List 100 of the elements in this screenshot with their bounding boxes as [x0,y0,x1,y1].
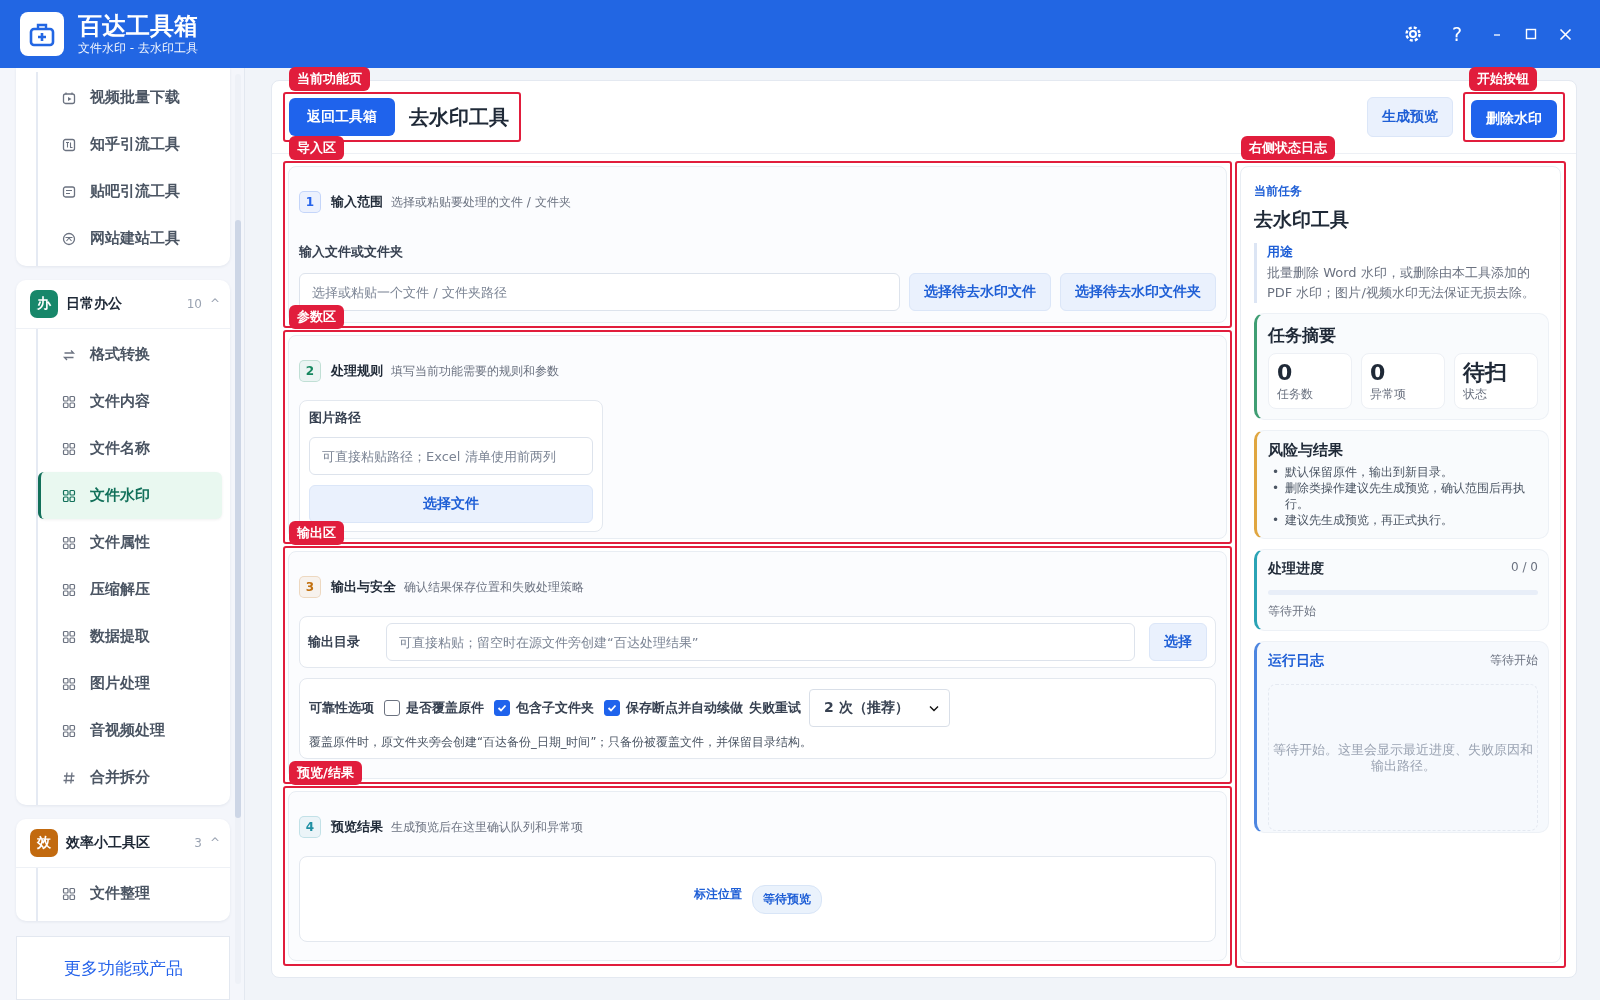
panel-title: 去水印工具 [1254,207,1350,232]
square-icon [62,137,76,152]
stat-label: 状态 [1463,386,1488,403]
section-title: 输入范围 [331,193,383,211]
close-icon[interactable] [1559,27,1572,41]
preview-button[interactable]: 生成预览 [1367,97,1453,137]
checkmark-icon [607,703,617,713]
checkbox-label[interactable]: 保存断点并自动续做 [626,699,743,717]
hash-icon [62,770,76,785]
stat-value: 待扫 [1463,360,1508,386]
section-description: 确认结果保存位置和失败处理策略 [404,578,584,596]
section-title: 输出与安全 [331,578,396,596]
progress-title: 处理进度 [1268,560,1324,578]
section-description: 生成预览后在这里确认队列和异常项 [391,818,583,836]
start-button[interactable]: 删除水印 [1471,100,1557,138]
checkbox[interactable] [494,700,510,716]
field-label: 输入文件或文件夹 [299,243,404,261]
choose-file-button[interactable]: 选择文件 [309,485,593,523]
progress-status: 等待开始 [1268,603,1317,620]
annotation-label: 预览/结果 [289,761,362,785]
sidebar-item[interactable]: 文件属性 [38,519,222,566]
checkbox[interactable] [384,700,400,716]
sidebar-item[interactable]: 文件内容 [38,378,222,425]
checkbox-label[interactable]: 是否覆盖原件 [406,699,484,717]
annotation-label: 右侧状态日志 [1241,136,1335,160]
annotation-label: 参数区 [289,305,344,329]
stat-label: 异常项 [1370,386,1407,403]
choose-button[interactable]: 选择待去水印文件 [909,273,1051,311]
panel-eyebrow: 当前任务 [1254,183,1303,200]
group-count: 3 [194,836,202,850]
sidebar-item[interactable]: 数据提取 [38,613,222,660]
annotation-label: 导入区 [289,136,344,160]
sidebar-item[interactable]: 压缩解压 [38,566,222,613]
purpose-label: 用途 [1267,243,1294,261]
sidebar-item[interactable]: 知乎引流工具 [38,121,222,168]
stat-value: 0 [1277,360,1294,386]
choose-button[interactable]: 选择 [1149,623,1207,661]
annotation-label: 开始按钮 [1469,67,1537,91]
back-button[interactable]: 返回工具箱 [289,98,395,136]
list-icon [62,184,76,199]
grid-icon [62,629,76,644]
grid-icon [62,886,76,901]
sidebar-item[interactable]: 视频批量下载 [38,74,222,121]
bullet-marker: • [1272,480,1280,497]
group-badge: 办 [30,290,58,318]
field-label: 输出目录 [308,633,360,651]
group-count: 10 [186,297,202,311]
sidebar-item[interactable]: 网站建站工具 [38,215,222,262]
purpose-text: 批量删除 Word 水印，或删除由本工具添加的 PDF 水印；图片/视频水印无法保证无损去除。 [1267,264,1536,302]
annotation-label: 当前功能页 [289,67,370,91]
log-status: 等待开始 [1490,652,1538,669]
field-label: 图片路径 [309,409,362,427]
chevron-down-icon [928,704,939,712]
help-button[interactable]: ? [1445,23,1469,45]
retry-select[interactable]: 2 次（推荐） [809,689,950,727]
stat-label: 任务数 [1277,386,1314,403]
sidebar-item[interactable]: 文件名称 [38,425,222,472]
progress-count: 0 / 0 [1511,560,1538,576]
annotation-label: 输出区 [289,521,344,545]
sidebar-item[interactable]: 文件水印 [38,472,222,519]
grid-icon [62,441,76,456]
option-note: 覆盖原件时，原文件夹旁会创建“百达备份_日期_时间”；只备份被覆盖文件，并保留目录结构。 [309,735,814,750]
sidebar-item[interactable]: 音视频处理 [38,707,222,754]
grid-icon [62,535,76,550]
step-number: 1 [299,191,321,213]
checkbox[interactable] [604,700,620,716]
section-description: 填写当前功能需要的规则和参数 [391,362,559,380]
input-field[interactable]: 选择或粘贴一个文件 / 文件夹路径 [299,273,900,311]
grid-icon [62,488,76,503]
app-title: 百达工具箱 [78,11,198,40]
choose-button[interactable]: 选择待去水印文件夹 [1060,273,1216,311]
step-number: 3 [299,576,321,598]
section-description: 选择或粘贴要处理的文件 / 文件夹 [391,193,571,211]
sidebar-item[interactable]: 格式转换 [38,331,222,378]
settings-icon[interactable] [1403,24,1423,44]
sidebar-item[interactable]: 贴吧引流工具 [38,168,222,215]
grid-icon [62,723,76,738]
checkbox-label[interactable]: 包含子文件夹 [516,699,594,717]
grid-icon [62,582,76,597]
status-pill: 等待预览 [751,884,822,914]
input-field[interactable]: 可直接粘贴；留空时在源文件旁创建“百达处理结果” [386,623,1135,661]
summary-title: 任务摘要 [1268,324,1337,347]
grid-icon [62,676,76,691]
options-label: 可靠性选项 [309,699,374,717]
sidebar-item[interactable]: 合并拆分 [38,754,222,801]
input-field[interactable]: 可直接粘贴路径；Excel 清单使用前两列 [309,437,593,475]
sidebar-item[interactable]: 图片处理 [38,660,222,707]
log-title: 运行日志 [1268,652,1324,670]
step-number: 4 [299,816,321,838]
app-subtitle: 文件水印 - 去水印工具 [78,39,198,57]
sidebar-item[interactable]: 文件整理 [38,870,222,917]
maximize-icon[interactable] [1525,28,1537,40]
annotate-link[interactable]: 标注位置 [693,885,742,903]
video-icon [62,90,76,105]
group-title[interactable]: 效率小工具区 [66,834,195,852]
group-title[interactable]: 日常办公 [66,295,187,313]
risk-item: 删除类操作建议先生成预览，确认范围后再执行。 [1285,480,1527,512]
bullet-marker: • [1272,464,1280,480]
bullet-marker: • [1272,512,1280,528]
step-number: 2 [299,360,321,382]
